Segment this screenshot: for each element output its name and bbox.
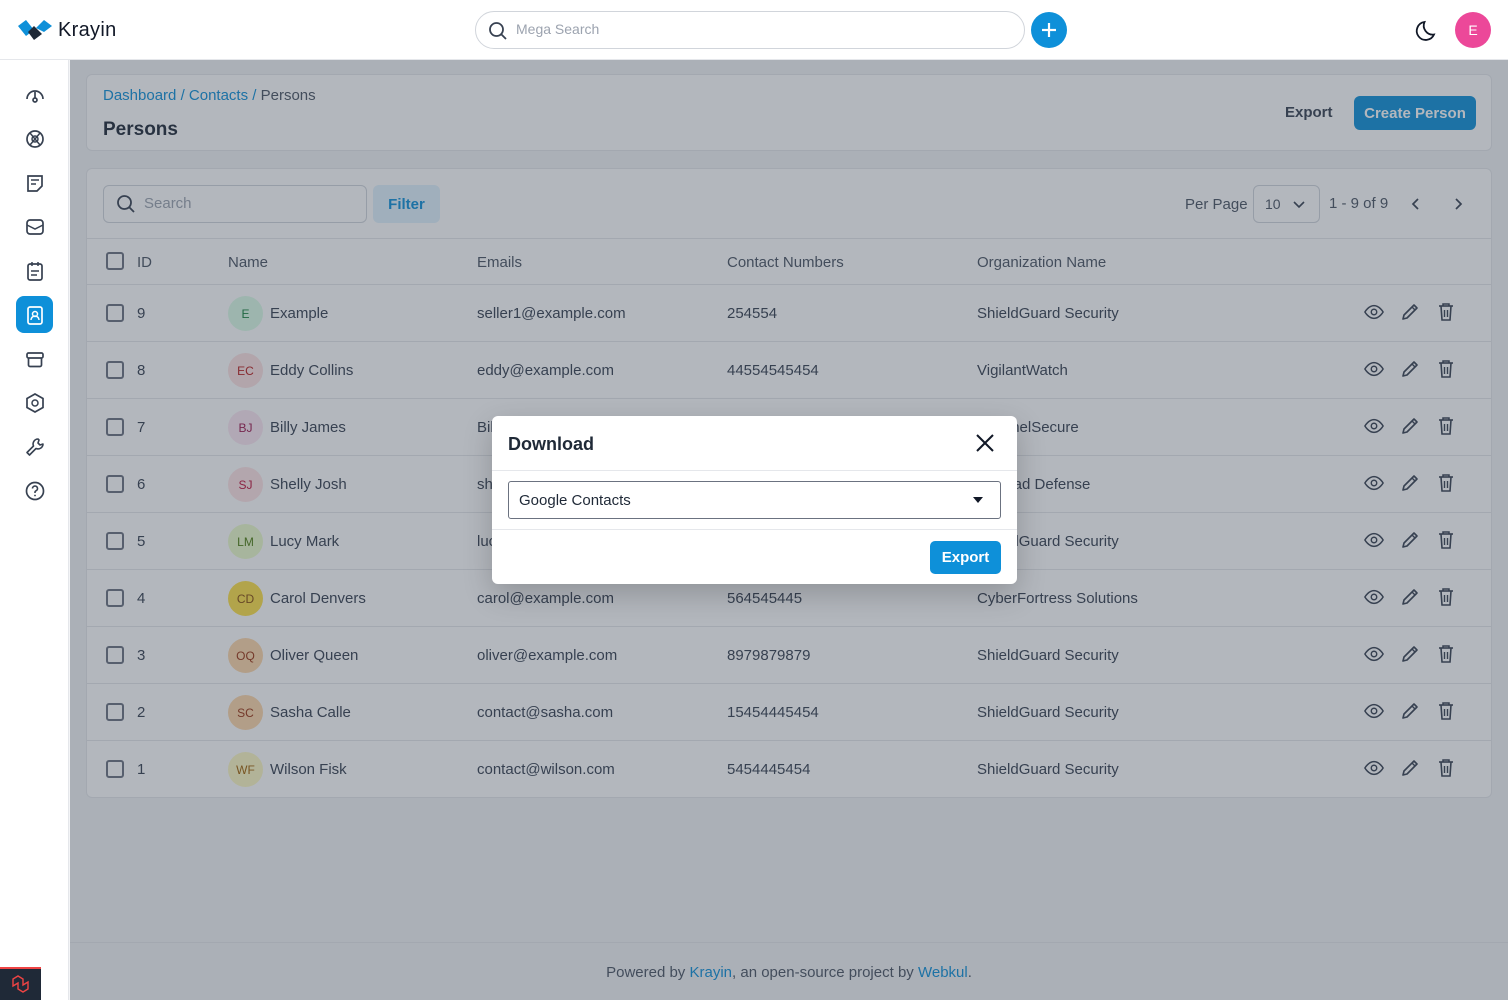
leads-icon [25,129,44,148]
caret-down-icon [973,497,983,503]
sidebar-item-help[interactable] [16,472,53,509]
modal-export-button[interactable]: Export [930,541,1001,574]
sidebar-item-contacts[interactable] [16,296,53,333]
settings-icon [25,392,44,413]
dashboard-icon [25,89,44,103]
laravel-icon[interactable] [0,967,41,1000]
sidebar-item-mail[interactable] [16,208,53,245]
contacts-icon [26,305,43,325]
sidebar-item-dashboard[interactable] [16,76,53,113]
moon-icon [1415,20,1436,41]
mega-search[interactable] [475,11,1025,49]
modal-divider [492,529,1017,530]
mail-icon [25,218,44,235]
modal-title: Download [508,434,594,454]
close-icon [976,434,994,452]
export-format-value: Google Contacts [519,492,631,509]
wrench-icon [25,437,44,456]
quotes-icon [26,174,43,192]
activities-icon [26,261,43,281]
sidebar-item-quotes[interactable] [16,164,53,201]
modal-header: Download [492,416,1017,471]
sidebar-item-configuration[interactable] [16,428,53,465]
sidebar-item-leads[interactable] [16,120,53,157]
sidebar-item-products[interactable] [16,340,53,377]
export-format-select[interactable]: Google Contacts [508,481,1001,519]
sidebar-item-settings[interactable] [16,384,53,421]
krayin-logo-icon [18,20,52,40]
top-bar: Krayin E [0,0,1508,60]
download-modal: Download Google Contacts Export [492,416,1017,584]
products-icon [25,351,44,367]
sidebar [0,60,69,1000]
quick-create-button[interactable] [1031,12,1067,48]
user-avatar[interactable]: E [1455,12,1491,48]
sidebar-item-activities[interactable] [16,252,53,289]
mega-search-input[interactable] [516,21,996,37]
krayin-logo[interactable]: Krayin [18,18,117,42]
plus-icon [1042,23,1056,37]
search-icon [488,21,508,44]
close-button[interactable] [974,432,996,457]
dark-mode-toggle[interactable] [1414,16,1442,47]
app-name: Krayin [58,18,117,41]
help-icon [25,481,44,500]
